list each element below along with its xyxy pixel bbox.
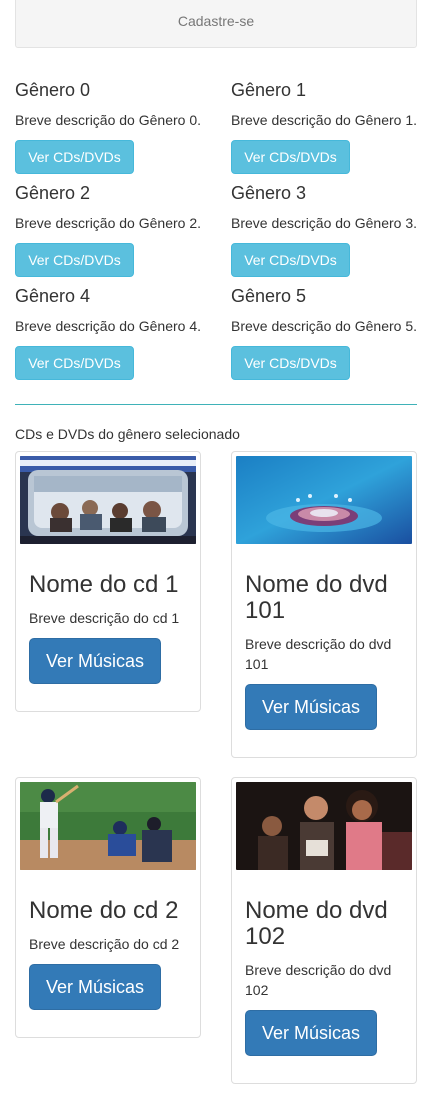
genre-block: Gênero 5 Breve descrição do Gênero 5. Ve… — [231, 286, 431, 380]
genre-description: Breve descrição do Gênero 0. — [15, 112, 201, 128]
view-cds-dvds-button[interactable]: Ver CDs/DVDs — [231, 243, 350, 277]
item-description: Breve descrição do cd 2 — [29, 936, 180, 952]
genre-title: Gênero 1 — [231, 80, 307, 100]
album-cover-image — [236, 782, 412, 870]
view-cds-dvds-button[interactable]: Ver CDs/DVDs — [15, 346, 134, 380]
media-card: Nome do dvd 101 Breve descrição do dvd 1… — [231, 451, 417, 758]
genre-description: Breve descrição do Gênero 3. — [231, 215, 417, 231]
divider — [15, 404, 417, 405]
genre-title: Gênero 5 — [231, 286, 307, 306]
view-songs-button[interactable]: Ver Músicas — [245, 1010, 377, 1056]
item-title: Nome do dvd 102 — [245, 897, 388, 950]
genre-description: Breve descrição do Gênero 4. — [15, 318, 201, 334]
item-description: Breve descrição do dvd 101 — [245, 636, 392, 672]
item-description: Breve descrição do dvd 102 — [245, 962, 392, 998]
genre-block: Gênero 2 Breve descrição do Gênero 2. Ve… — [15, 183, 215, 277]
album-cover-image — [236, 456, 412, 544]
genre-block: Gênero 4 Breve descrição do Gênero 4. Ve… — [15, 286, 215, 380]
genre-description: Breve descrição do Gênero 2. — [15, 215, 201, 231]
media-card: Nome do cd 2 Breve descrição do cd 2 Ver… — [15, 777, 201, 1038]
item-title: Nome do dvd 101 — [245, 571, 388, 624]
genre-block: Gênero 3 Breve descrição do Gênero 3. Ve… — [231, 183, 431, 277]
view-songs-button[interactable]: Ver Músicas — [29, 638, 161, 684]
album-cover-image — [20, 456, 196, 544]
view-songs-button[interactable]: Ver Músicas — [29, 964, 161, 1010]
album-cover-image — [20, 782, 196, 870]
section-title: CDs e DVDs do gênero selecionado — [15, 426, 240, 442]
genre-description: Breve descrição do Gênero 1. — [231, 112, 417, 128]
view-cds-dvds-button[interactable]: Ver CDs/DVDs — [231, 346, 350, 380]
item-description: Breve descrição do cd 1 — [29, 610, 180, 626]
view-cds-dvds-button[interactable]: Ver CDs/DVDs — [15, 140, 134, 174]
item-title: Nome do cd 1 — [29, 571, 179, 598]
genre-title: Gênero 2 — [15, 183, 91, 203]
genre-description: Breve descrição do Gênero 5. — [231, 318, 417, 334]
media-card: Nome do cd 1 Breve descrição do cd 1 Ver… — [15, 451, 201, 712]
signup-button[interactable]: Cadastre-se — [15, 0, 417, 48]
genre-title: Gênero 3 — [231, 183, 307, 203]
view-cds-dvds-button[interactable]: Ver CDs/DVDs — [231, 140, 350, 174]
genre-block: Gênero 0 Breve descrição do Gênero 0. Ve… — [15, 80, 215, 174]
genre-title: Gênero 0 — [15, 80, 91, 100]
genre-title: Gênero 4 — [15, 286, 91, 306]
item-title: Nome do cd 2 — [29, 897, 179, 924]
view-cds-dvds-button[interactable]: Ver CDs/DVDs — [15, 243, 134, 277]
view-songs-button[interactable]: Ver Músicas — [245, 684, 377, 730]
media-card: Nome do dvd 102 Breve descrição do dvd 1… — [231, 777, 417, 1084]
genre-block: Gênero 1 Breve descrição do Gênero 1. Ve… — [231, 80, 431, 174]
signup-label: Cadastre-se — [177, 13, 255, 29]
